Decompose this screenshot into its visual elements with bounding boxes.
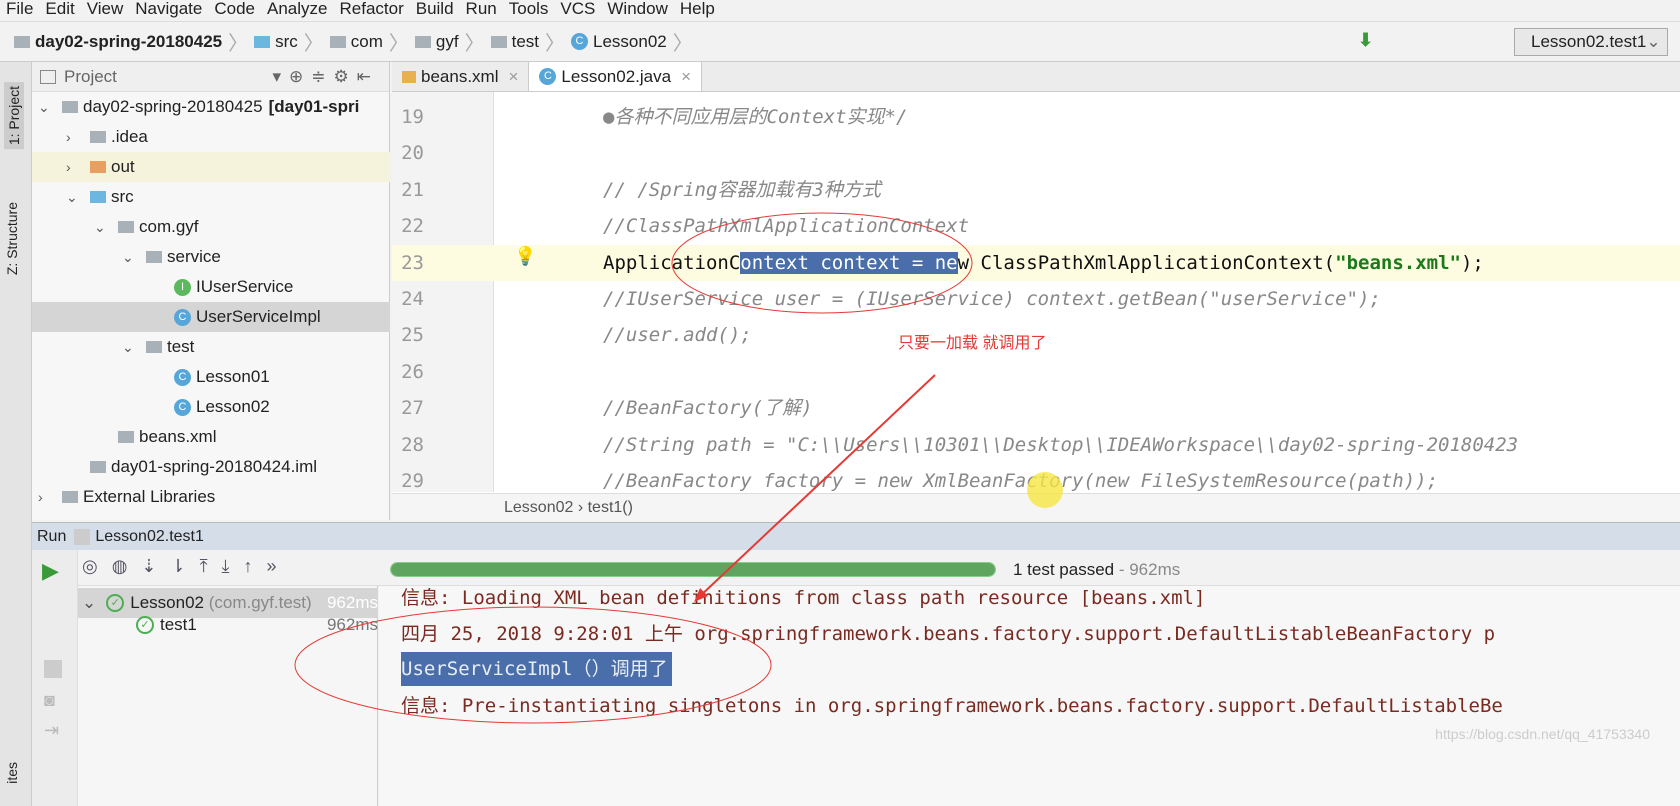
annotation-ellipse-console	[294, 606, 772, 724]
annotation-overlay	[294, 212, 1063, 724]
annotation-ellipse-code	[671, 212, 973, 314]
cursor-highlight	[1027, 472, 1063, 508]
annotation-arrow	[697, 374, 936, 599]
